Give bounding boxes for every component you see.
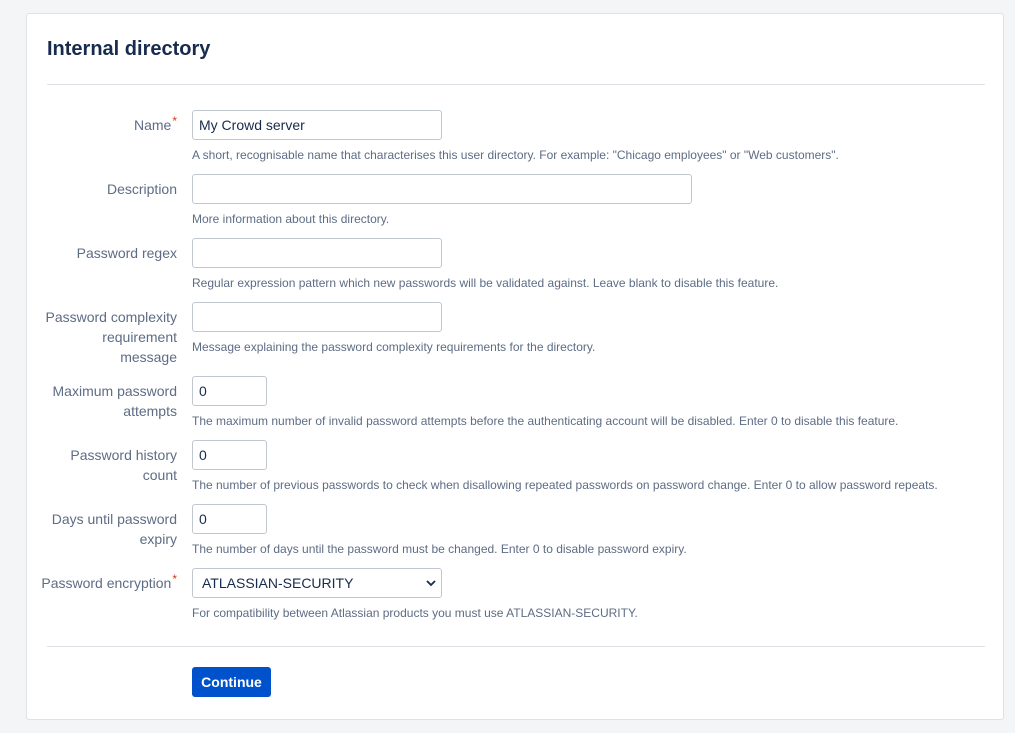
- max-attempts-label-line2: attempts: [123, 403, 177, 419]
- password-complexity-label: Password complexity requirement message: [41, 307, 178, 367]
- history-count-input[interactable]: [192, 440, 267, 470]
- description-label: Description: [106, 181, 177, 197]
- encryption-help: For compatibility between Atlassian prod…: [192, 606, 638, 620]
- max-attempts-label: Maximum password attempts: [41, 381, 177, 421]
- password-complexity-label-line2: requirement: [102, 329, 177, 345]
- history-count-label-line1: Password history: [70, 447, 177, 463]
- expiry-days-help: The number of days until the password mu…: [192, 542, 687, 556]
- encryption-select[interactable]: ATLASSIAN-SECURITY: [192, 568, 442, 598]
- required-marker: *: [172, 114, 177, 128]
- page-title: Internal directory: [47, 38, 211, 60]
- password-regex-label: Password regex: [76, 245, 177, 261]
- name-input[interactable]: [192, 110, 442, 140]
- footer-divider: [47, 646, 985, 647]
- password-complexity-label-line3: message: [120, 349, 177, 365]
- max-attempts-help: The maximum number of invalid password a…: [192, 414, 899, 428]
- history-count-label-line2: count: [142, 467, 177, 483]
- required-marker: *: [172, 572, 177, 586]
- expiry-days-label-line2: expiry: [139, 531, 177, 547]
- expiry-days-input[interactable]: [192, 504, 267, 534]
- max-attempts-label-line1: Maximum password: [52, 383, 177, 399]
- name-help: A short, recognisable name that characte…: [192, 148, 839, 162]
- directory-form-panel: Internal directory Name* A short, recogn…: [26, 13, 1004, 720]
- password-complexity-label-line1: Password complexity: [45, 309, 178, 325]
- name-label: Name*: [41, 114, 177, 136]
- encryption-label: Password encryption*: [41, 572, 177, 594]
- expiry-days-label: Days until password expiry: [41, 509, 177, 549]
- password-complexity-input[interactable]: [192, 302, 442, 332]
- expiry-days-label-line1: Days until password: [51, 511, 177, 527]
- password-regex-help: Regular expression pattern which new pas…: [192, 276, 779, 290]
- password-regex-input[interactable]: [192, 238, 442, 268]
- max-attempts-input[interactable]: [192, 376, 267, 406]
- header-divider: [47, 84, 985, 85]
- history-count-help: The number of previous passwords to chec…: [192, 478, 938, 492]
- name-label-text: Name: [133, 117, 172, 133]
- history-count-label: Password history count: [41, 445, 177, 485]
- description-input[interactable]: [192, 174, 692, 204]
- encryption-label-text: Password encryption: [41, 575, 172, 591]
- description-help: More information about this directory.: [192, 212, 390, 226]
- continue-button[interactable]: Continue: [192, 667, 271, 697]
- encryption-selected-value: ATLASSIAN-SECURITY: [202, 575, 354, 591]
- chevron-down-icon: [426, 580, 436, 587]
- password-complexity-help: Message explaining the password complexi…: [192, 340, 596, 354]
